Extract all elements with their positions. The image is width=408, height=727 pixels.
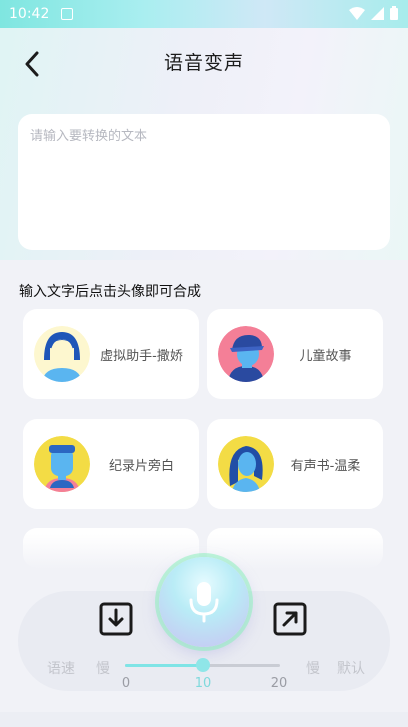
voice-name: 纪录片旁白 [108, 458, 174, 474]
slow-label-left: 慢 [96, 661, 110, 677]
voice-avatar [34, 436, 90, 492]
voice-card-virtual-assistant[interactable]: 虚拟助手-撒娇 [23, 309, 199, 399]
microphone-icon [189, 582, 219, 623]
download-icon [99, 602, 133, 636]
record-mic-button[interactable] [159, 557, 249, 647]
voice-card-documentary-narration[interactable]: 纪录片旁白 [23, 419, 199, 509]
default-button[interactable]: 默认 [337, 658, 365, 678]
status-icons [349, 6, 398, 20]
voice-name: 有声书-温柔 [290, 458, 361, 474]
page-title: 语音变声 [163, 52, 244, 74]
voice-name: 虚拟助手-撒娇 [100, 348, 183, 364]
voice-avatar [218, 326, 274, 382]
section-label: 输入文字后点击头像即可合成 [19, 284, 201, 300]
speed-slider[interactable] [125, 658, 280, 672]
signal-icon [371, 6, 384, 20]
voice-card-audiobook-gentle[interactable]: 有声书-温柔 [207, 419, 383, 509]
speed-slider-fill [125, 664, 203, 667]
voice-name: 儿童故事 [299, 348, 352, 364]
voice-avatar [218, 436, 274, 492]
wifi-icon [349, 6, 365, 20]
share-icon [273, 602, 307, 636]
text-input[interactable] [18, 114, 390, 250]
slider-tick-max: 20 [270, 676, 288, 691]
speed-label: 语速 [47, 661, 75, 677]
slow-label-right: 慢 [306, 661, 320, 677]
status-bar: 10:42 [0, 0, 408, 28]
speed-slider-thumb[interactable] [195, 658, 210, 672]
notification-icon [61, 8, 73, 20]
slider-tick-min: 0 [121, 676, 131, 691]
download-button[interactable] [99, 600, 135, 636]
system-nav-area [0, 712, 408, 727]
battery-icon [390, 6, 398, 20]
status-time: 10:42 [9, 6, 50, 22]
slider-tick-mid: 10 [194, 676, 212, 691]
share-button[interactable] [272, 600, 308, 636]
voice-avatar [34, 326, 90, 382]
header: 语音变声 [0, 36, 408, 86]
voice-card-children-story[interactable]: 儿童故事 [207, 309, 383, 399]
